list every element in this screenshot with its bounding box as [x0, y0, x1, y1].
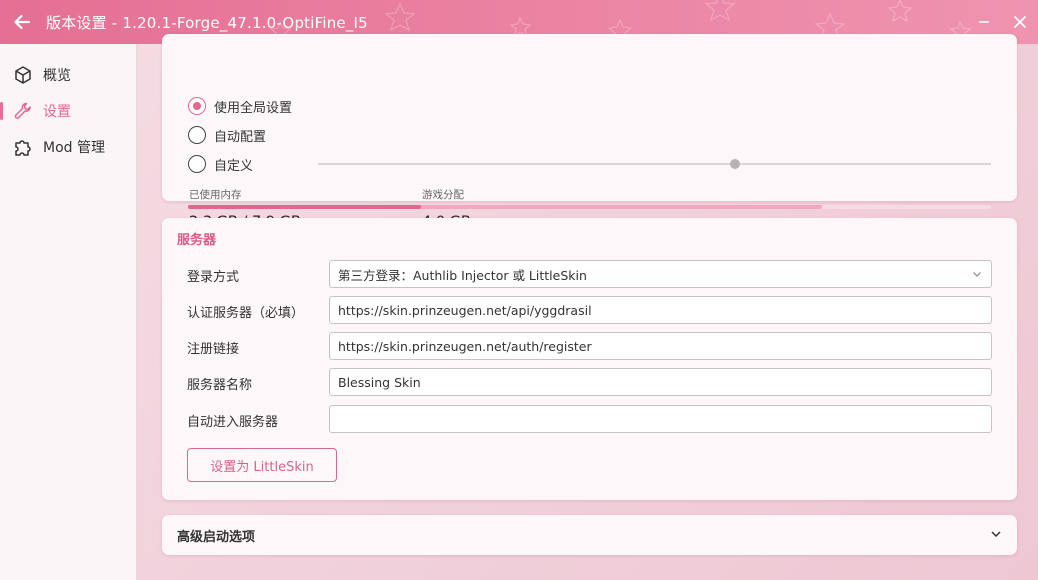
sidebar-item-label: 设置	[43, 104, 71, 120]
register-link-value: https://skin.prinzeugen.net/auth/registe…	[338, 338, 592, 354]
memory-bar-used	[188, 205, 421, 209]
server-name-input[interactable]: Blessing Skin	[329, 368, 992, 396]
cube-icon	[12, 64, 34, 86]
window-title: 版本设置 - 1.20.1-Forge_47.1.0-OptiFine_I5	[46, 13, 368, 32]
wrench-icon	[12, 100, 34, 122]
game-allocation-label: 游戏分配	[422, 189, 464, 201]
radio-label: 使用全局设置	[214, 100, 293, 116]
login-method-value: 第三方登录：Authlib Injector 或 LittleSkin	[338, 267, 587, 283]
radio-global-settings[interactable]: 使用全局设置	[188, 96, 292, 116]
sidebar-item-settings[interactable]: 设置	[0, 93, 136, 129]
sidebar: 概览 设置 Mod 管理	[0, 44, 137, 580]
register-link-input[interactable]: https://skin.prinzeugen.net/auth/registe…	[329, 332, 992, 360]
minimize-icon	[979, 21, 989, 23]
auto-join-server-label: 自动进入服务器	[187, 415, 279, 430]
set-littleskin-button[interactable]: 设置为 LittleSkin	[187, 448, 337, 482]
radio-label: 自定义	[214, 158, 254, 174]
auth-server-label: 认证服务器（必填）	[187, 306, 305, 321]
server-name-label: 服务器名称	[187, 378, 253, 393]
auth-server-value: https://skin.prinzeugen.net/api/yggdrasi…	[338, 302, 592, 318]
sidebar-item-mod-management[interactable]: Mod 管理	[0, 129, 136, 165]
chevron-down-icon[interactable]	[989, 527, 1003, 541]
radio-label: 自动配置	[214, 129, 267, 145]
login-method-select[interactable]: 第三方登录：Authlib Injector 或 LittleSkin	[329, 260, 992, 288]
sidebar-item-label: 概览	[43, 68, 71, 84]
radio-custom[interactable]: 自定义	[188, 154, 253, 174]
auto-join-server-input[interactable]	[329, 405, 992, 433]
used-memory-label: 已使用内存	[189, 189, 242, 201]
register-link-label: 注册链接	[187, 342, 240, 357]
puzzle-icon	[12, 136, 34, 158]
server-name-value: Blessing Skin	[338, 374, 421, 390]
chevron-down-icon	[973, 272, 981, 277]
radio-auto-config[interactable]: 自动配置	[188, 125, 266, 145]
server-card: 服务器 登录方式 第三方登录：Authlib Injector 或 Little…	[162, 218, 1017, 500]
content-area: 使用全局设置 自动配置 自定义 已使用内存 游戏分配 2.3 GB / 7.9 …	[137, 34, 1038, 580]
back-button[interactable]	[0, 0, 44, 44]
close-icon	[1013, 15, 1027, 29]
server-section-title: 服务器	[177, 233, 217, 248]
radio-button[interactable]	[188, 97, 206, 115]
arrow-left-icon	[14, 14, 31, 30]
advanced-launch-options-card[interactable]: 高级启动选项	[162, 515, 1017, 555]
auth-server-input[interactable]: https://skin.prinzeugen.net/api/yggdrasi…	[329, 296, 992, 324]
advanced-section-title: 高级启动选项	[177, 530, 256, 545]
memory-slider-thumb[interactable]	[730, 159, 740, 169]
memory-card: 使用全局设置 自动配置 自定义 已使用内存 游戏分配 2.3 GB / 7.9 …	[162, 34, 1017, 230]
sidebar-item-overview[interactable]: 概览	[0, 57, 136, 93]
login-method-label: 登录方式	[187, 270, 240, 285]
memory-slider-track[interactable]	[318, 163, 991, 165]
radio-button[interactable]	[188, 126, 206, 144]
sidebar-item-label: Mod 管理	[43, 140, 105, 156]
radio-button[interactable]	[188, 155, 206, 173]
